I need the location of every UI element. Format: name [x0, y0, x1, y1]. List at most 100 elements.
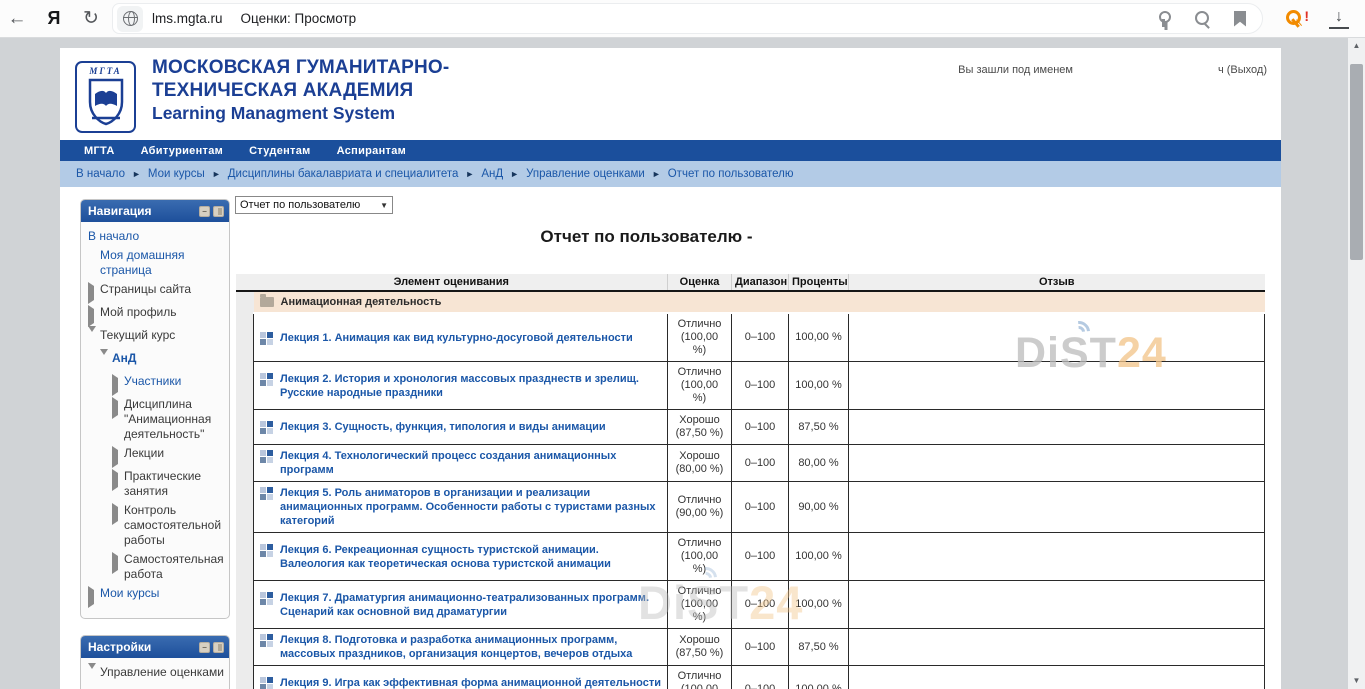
grade-item-link[interactable]: Лекция 5. Роль аниматоров в организации …: [280, 486, 661, 528]
grade-item-link[interactable]: Лекция 2. История и хронология массовых …: [280, 372, 661, 400]
breadcrumb-separator-icon: ►: [465, 169, 474, 179]
sidebar-item-participants[interactable]: Участники: [112, 374, 225, 393]
sidebar-item-home[interactable]: В начало: [88, 229, 225, 244]
logo-abbr-text: МГТА: [77, 66, 134, 76]
topnav-item-mgta[interactable]: МГТА: [84, 145, 115, 157]
block-dock-icon[interactable]: [213, 642, 224, 653]
settings-block: Настройки − Управление оценками Обзорный…: [80, 635, 230, 689]
site-info-chip[interactable]: [117, 6, 143, 32]
navigation-block: Навигация − В начало Моя домашняя страни…: [80, 199, 230, 619]
category-row: Анимационная деятельность: [236, 291, 1265, 313]
lesson-icon: [260, 634, 273, 647]
table-row: Лекция 5. Роль аниматоров в организации …: [236, 482, 1265, 533]
settings-block-title: Настройки: [88, 640, 151, 654]
block-collapse-icon[interactable]: −: [199, 206, 210, 217]
breadcrumb-grade-admin[interactable]: Управление оценками: [526, 168, 645, 180]
report-select-value: Отчет по пользователю: [240, 199, 360, 211]
page-title-in-addressbar: Оценки: Просмотр: [241, 11, 1154, 26]
vertical-scrollbar[interactable]: ▲ ▼: [1348, 38, 1365, 689]
table-row: Лекция 2. История и хронология массовых …: [236, 362, 1265, 410]
expanded-triangle-icon[interactable]: [100, 351, 112, 370]
collapsed-triangle-icon[interactable]: [112, 552, 124, 571]
password-manager-icon[interactable]: [1154, 10, 1172, 28]
refresh-button[interactable]: ↻: [74, 7, 108, 30]
downloads-button[interactable]: ↓: [1329, 9, 1349, 29]
scrollbar-thumb[interactable]: [1350, 64, 1363, 260]
block-collapse-icon[interactable]: −: [199, 642, 210, 653]
breadcrumb-separator-icon: ►: [652, 169, 661, 179]
sidebar-item-lectures[interactable]: Лекции: [112, 446, 225, 465]
lesson-icon: [260, 373, 273, 386]
collapsed-triangle-icon[interactable]: [112, 374, 124, 393]
column-header-percent: Проценты: [789, 274, 849, 291]
expanded-triangle-icon[interactable]: [88, 665, 100, 684]
bookmark-icon[interactable]: [1234, 11, 1246, 27]
collapsed-triangle-icon[interactable]: [112, 446, 124, 465]
url-host[interactable]: lms.mgta.ru: [152, 11, 223, 26]
scroll-up-arrow[interactable]: ▲: [1348, 38, 1365, 54]
mgta-logo: МГТА: [75, 61, 136, 133]
report-type-select[interactable]: Отчет по пользователю ▼: [235, 196, 393, 214]
sidebar-item-my-profile[interactable]: Мой профиль: [88, 305, 225, 324]
topnav-item-studentam[interactable]: Студентам: [249, 145, 311, 157]
block-dock-icon[interactable]: [213, 206, 224, 217]
collapsed-triangle-icon[interactable]: [88, 282, 100, 301]
site-title: МОСКОВСКАЯ ГУМАНИТАРНО- ТЕХНИЧЕСКАЯ АКАД…: [152, 56, 449, 125]
grade-item-link[interactable]: Лекция 8. Подготовка и разработка анимац…: [280, 633, 661, 661]
expanded-triangle-icon[interactable]: [88, 328, 100, 347]
sidebar-item-current-course[interactable]: Текущий курс: [88, 328, 225, 347]
navigation-block-header: Навигация −: [81, 200, 229, 222]
category-name: Анимационная деятельность: [281, 296, 442, 308]
feedback-cell: [849, 629, 1265, 666]
scroll-down-arrow[interactable]: ▼: [1348, 673, 1365, 689]
column-header-grade: Оценка: [668, 274, 732, 291]
collapsed-triangle-icon[interactable]: [112, 503, 124, 522]
table-header-row: Элемент оценивания Оценка Диапазон Проце…: [236, 274, 1265, 291]
browser-toolbar: ← Я ↻ lms.mgta.ru Оценки: Просмотр ! ↓: [0, 0, 1365, 38]
topnav-item-aspirantam[interactable]: Аспирантам: [337, 145, 406, 157]
feedback-cell: [849, 666, 1265, 689]
grade-item-link[interactable]: Лекция 1. Анимация как вид культурно-дос…: [280, 331, 633, 345]
breadcrumb: В начало ► Мои курсы ► Дисциплины бакала…: [60, 161, 1281, 187]
feedback-cell: [849, 362, 1265, 410]
main-content: Отчет по пользователю ▼ Отчет по пользов…: [230, 187, 1281, 689]
breadcrumb-course[interactable]: АнД: [481, 168, 503, 180]
back-button[interactable]: ←: [0, 8, 34, 30]
logout-link[interactable]: ч (Выход): [1218, 64, 1267, 76]
password-alert-icon[interactable]: !: [1285, 8, 1309, 30]
breadcrumb-disciplines[interactable]: Дисциплины бакалавриата и специалитета: [228, 168, 459, 180]
breadcrumb-home[interactable]: В начало: [76, 168, 125, 180]
sidebar-item-self-work[interactable]: Самостоятельная работа: [112, 552, 225, 582]
feedback-cell: [849, 445, 1265, 482]
sidebar-item-discipline[interactable]: Дисциплина "Анимационная деятельность": [112, 397, 225, 442]
sidebar-item-practical[interactable]: Практические занятия: [112, 469, 225, 499]
grade-item-link[interactable]: Лекция 6. Рекреационная сущность туристс…: [280, 543, 661, 571]
collapsed-triangle-icon[interactable]: [88, 586, 100, 605]
column-header-item: Элемент оценивания: [236, 274, 668, 291]
sidebar-item-my-courses[interactable]: Мои курсы: [88, 586, 225, 605]
grade-item-link[interactable]: Лекция 9. Игра как эффективная форма ани…: [280, 676, 661, 689]
table-row: Лекция 9. Игра как эффективная форма ани…: [236, 666, 1265, 689]
grade-item-link[interactable]: Лекция 3. Сущность, функция, типология и…: [280, 420, 606, 434]
collapsed-triangle-icon[interactable]: [112, 469, 124, 488]
sidebar-item-and-course[interactable]: АнД: [100, 351, 225, 370]
grade-item-link[interactable]: Лекция 4. Технологический процесс создан…: [280, 449, 661, 477]
sidebar-item-self-control[interactable]: Контроль самостоятельной работы: [112, 503, 225, 548]
square-icon: [88, 248, 100, 267]
login-status: Вы зашли под именем ч (Выход): [958, 64, 1267, 76]
lesson-icon: [260, 450, 273, 463]
topnav-item-abiturientam[interactable]: Абитуриентам: [141, 145, 223, 157]
yandex-browser-icon[interactable]: Я: [34, 8, 74, 29]
login-status-text: Вы зашли под именем: [958, 64, 1073, 76]
settings-item-grade-admin[interactable]: Управление оценками: [88, 665, 225, 684]
grade-item-link[interactable]: Лекция 7. Драматургия анимационно-театра…: [280, 591, 661, 619]
collapsed-triangle-icon[interactable]: [88, 305, 100, 324]
collapsed-triangle-icon[interactable]: [112, 397, 124, 416]
mgta-crest-icon: [82, 76, 130, 128]
zoom-search-icon[interactable]: [1194, 10, 1212, 28]
breadcrumb-user-report[interactable]: Отчет по пользователю: [668, 168, 794, 180]
sidebar-item-site-pages[interactable]: Страницы сайта: [88, 282, 225, 301]
address-bar[interactable]: lms.mgta.ru Оценки: Просмотр: [112, 3, 1263, 34]
breadcrumb-my-courses[interactable]: Мои курсы: [148, 168, 205, 180]
sidebar-item-my-home[interactable]: Моя домашняя страница: [88, 248, 225, 278]
